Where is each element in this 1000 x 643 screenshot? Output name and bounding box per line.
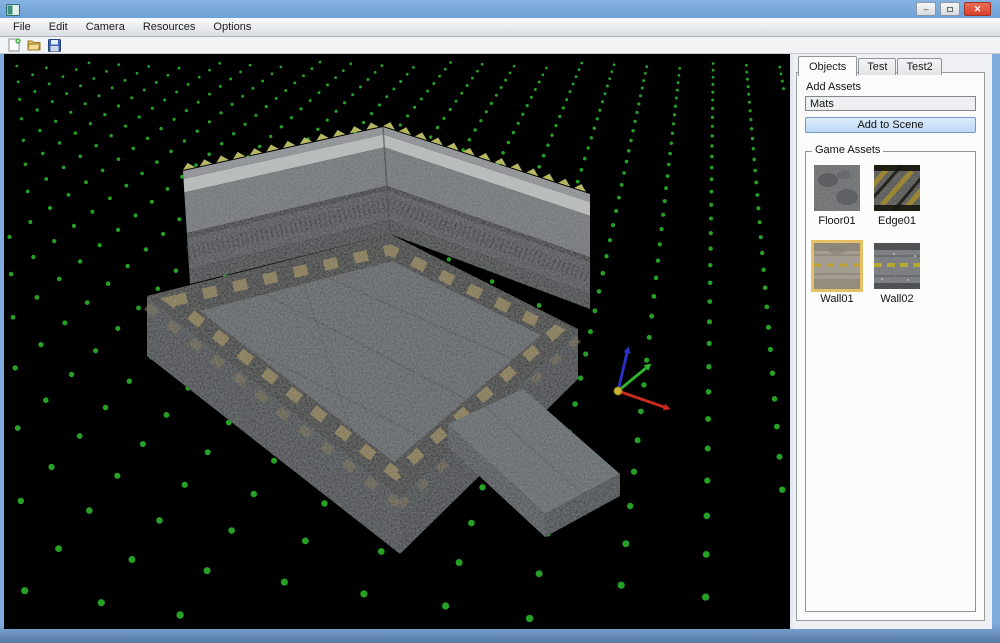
- close-button[interactable]: ✕: [964, 2, 991, 16]
- game-assets-group: Game Assets Floor01 Edge01 Wall01 Wall02: [805, 144, 976, 612]
- edge01-thumbnail: [866, 159, 928, 219]
- 3d-viewport[interactable]: [4, 54, 790, 629]
- save-icon: [47, 38, 61, 52]
- menu-edit[interactable]: Edit: [40, 18, 77, 36]
- tab-test2[interactable]: Test2: [897, 58, 942, 75]
- wall02-thumbnail: [874, 243, 920, 289]
- toolbar: [0, 37, 1000, 54]
- asset-wall02[interactable]: Wall02: [871, 243, 923, 305]
- asset-edge01[interactable]: Edge01: [866, 159, 928, 227]
- asset-label: Wall02: [880, 293, 914, 305]
- save-file-button[interactable]: [46, 38, 62, 53]
- add-to-scene-button[interactable]: Add to Scene: [805, 117, 976, 133]
- maximize-icon: [947, 7, 953, 13]
- objects-tab-content: Add Assets Add to Scene Game Assets: [796, 72, 985, 621]
- scene-canvas: [4, 54, 790, 629]
- open-folder-icon: [26, 40, 41, 51]
- menu-file[interactable]: File: [4, 18, 40, 36]
- assets-grid: Floor01 Edge01 Wall01 Wall02: [806, 152, 975, 318]
- app-window: – ✕ File Edit Camera Resources Options O…: [0, 0, 1000, 643]
- menu-options[interactable]: Options: [204, 18, 260, 36]
- asset-label: Floor01: [818, 215, 856, 227]
- floor01-thumbnail: [814, 165, 860, 211]
- menu-camera[interactable]: Camera: [77, 18, 134, 36]
- tab-objects[interactable]: Objects: [798, 56, 858, 76]
- asset-wall01[interactable]: Wall01: [811, 243, 863, 305]
- app-icon: [6, 3, 20, 16]
- new-file-icon: [8, 38, 21, 52]
- new-file-button[interactable]: [6, 38, 22, 53]
- tab-test[interactable]: Test: [858, 58, 897, 75]
- minimize-button[interactable]: –: [916, 2, 936, 16]
- titlebar[interactable]: – ✕: [0, 0, 1000, 18]
- menubar: File Edit Camera Resources Options: [0, 18, 1000, 37]
- assets-panel: Objects Test Test2 Add Assets Add to Sce…: [793, 54, 992, 629]
- window-controls: – ✕: [916, 2, 991, 16]
- asset-label: Wall01: [820, 293, 854, 305]
- add-assets-label: Add Assets: [806, 81, 862, 93]
- asset-name-input[interactable]: [805, 96, 976, 111]
- game-assets-label: Game Assets: [812, 144, 884, 156]
- maximize-button[interactable]: [940, 2, 960, 16]
- main-area: Objects Test Test2 Add Assets Add to Sce…: [4, 54, 992, 629]
- wall01-thumbnail-selected: [814, 243, 860, 289]
- asset-label: Edge01: [878, 215, 916, 227]
- open-file-button[interactable]: [26, 38, 42, 53]
- panel-tabs: Objects Test Test2: [798, 55, 943, 76]
- menu-resources[interactable]: Resources: [134, 18, 205, 36]
- asset-floor01[interactable]: Floor01: [811, 165, 863, 227]
